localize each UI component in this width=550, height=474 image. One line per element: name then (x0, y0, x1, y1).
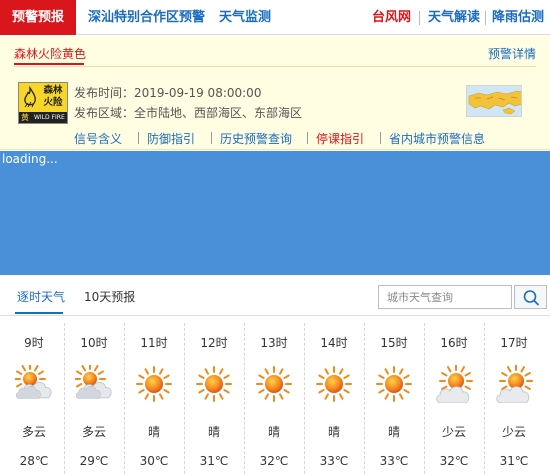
hour-condition: 晴 (267, 425, 280, 439)
map-loading-text: loading... (2, 152, 58, 166)
search-icon (523, 290, 539, 306)
link-separator (211, 132, 212, 144)
map-thumbnail-image (467, 86, 521, 116)
forest-fire-warning-badge: 森林火险 黄 WILD FIRE (18, 82, 68, 124)
hour-temperature: 33℃ (319, 454, 349, 468)
hour-temperature: 31℃ (499, 454, 529, 468)
hourly-item: 14时晴 33℃ (304, 317, 364, 474)
nav-tab-weather-analysis[interactable]: 天气解读 (428, 0, 480, 35)
nav-separator (419, 11, 420, 25)
sunny-icon (375, 365, 413, 403)
link-signal-meaning[interactable]: 信号含义 (74, 130, 122, 147)
tab-10-day-forecast[interactable]: 10天预报 (84, 288, 135, 305)
hour-time: 10时 (80, 336, 108, 350)
link-defense-guide[interactable]: 防御指引 (147, 130, 195, 147)
hour-temperature: 30℃ (139, 454, 169, 468)
warning-links: 信号含义 防御指引 历史预警查询 停课指引 省内城市预警信息 (0, 130, 550, 146)
sunny-icon (255, 365, 293, 403)
search-button[interactable] (514, 285, 547, 309)
hour-time: 9时 (24, 336, 44, 350)
link-history-query[interactable]: 历史预警查询 (220, 130, 292, 147)
partly-cloudy-icon (435, 364, 473, 404)
warning-divider (14, 66, 536, 67)
region-map-thumbnail[interactable] (466, 85, 522, 117)
issue-time: 发布时间：2019-09-19 08:00:00 (74, 86, 262, 100)
hour-condition: 晴 (207, 425, 220, 439)
nav-tab-rainfall-estimate[interactable]: 降雨估测 (492, 0, 544, 35)
badge-text: 森林火险 (43, 85, 63, 108)
nav-tab-typhoon[interactable]: 台风网 (372, 0, 411, 35)
hour-temperature: 28℃ (19, 454, 49, 468)
top-nav: 预警预报 深汕特别合作区预警 天气监测 台风网 天气解读 降雨估测 (0, 0, 550, 35)
hour-condition: 少云 (441, 425, 466, 439)
nav-tab-warning-forecast[interactable]: 预警预报 (0, 0, 76, 35)
cloudy-icon (14, 363, 53, 403)
nav-separator (485, 11, 486, 25)
nav-tab-weather-monitoring[interactable]: 天气监测 (219, 0, 271, 35)
hourly-item: 9时多云 28℃ (4, 317, 64, 474)
link-separator (138, 132, 139, 144)
issue-area: 发布区域：全市陆地、西部海区、东部海区 (74, 106, 303, 120)
sunny-icon (195, 365, 233, 403)
hour-temperature: 29℃ (79, 454, 109, 468)
hour-temperature: 31℃ (199, 454, 229, 468)
hour-time: 11时 (140, 336, 168, 350)
hourly-item: 17时少云 31℃ (484, 317, 544, 474)
hour-condition: 晴 (147, 425, 160, 439)
hourly-item: 11时晴 30℃ (124, 317, 184, 474)
hour-temperature: 32℃ (439, 454, 469, 468)
city-weather-search-input[interactable] (378, 285, 512, 309)
link-separator (380, 132, 381, 144)
active-tab-indicator (15, 312, 63, 314)
hour-condition: 晴 (387, 425, 400, 439)
hour-time: 16时 (440, 336, 468, 350)
warning-panel: 森林火险黄色 预警详情 森林火险 黄 WILD FIRE 发布时间：2019-0… (0, 36, 550, 150)
hour-temperature: 32℃ (259, 454, 289, 468)
hour-time: 13时 (260, 336, 288, 350)
badge-english: WILD FIRE (34, 114, 65, 121)
forecast-tab-bar: 逐时天气 10天预报 (0, 276, 550, 316)
warning-title-tab[interactable]: 森林火险黄色 (14, 45, 86, 62)
hour-condition: 少云 (501, 425, 526, 439)
hour-condition: 多云 (21, 425, 46, 439)
hourly-item: 12时晴 31℃ (184, 317, 244, 474)
warning-detail-link[interactable]: 预警详情 (488, 45, 536, 62)
link-separator (307, 132, 308, 144)
weather-map[interactable]: loading... (0, 151, 550, 275)
hour-time: 12时 (200, 336, 228, 350)
sunny-icon (315, 365, 353, 403)
partly-cloudy-icon (495, 364, 533, 404)
hourly-item: 10时多云 29℃ (64, 317, 124, 474)
hourly-item: 15时晴 33℃ (364, 317, 424, 474)
hour-time: 14时 (320, 336, 348, 350)
hour-time: 15时 (380, 336, 408, 350)
hourly-forecast: 9时多云 28℃ 10时多云 29℃ 11时晴 30℃ 12时晴 31℃ 13时晴 32℃ 14时晴… (0, 317, 550, 474)
hour-temperature: 33℃ (379, 454, 409, 468)
hourly-item: 16时少云 32℃ (424, 317, 484, 474)
sunny-icon (135, 365, 173, 403)
flame-icon (22, 86, 38, 110)
hour-condition: 多云 (81, 425, 106, 439)
link-class-suspension-guide[interactable]: 停课指引 (316, 130, 364, 147)
cloudy-icon (74, 363, 113, 403)
badge-level: 黄 (21, 113, 29, 122)
link-province-city-warnings[interactable]: 省内城市预警信息 (389, 130, 485, 147)
nav-tab-shenshan-warning[interactable]: 深汕特别合作区预警 (88, 0, 205, 35)
hour-time: 17时 (500, 336, 528, 350)
warning-title-underline (14, 63, 84, 65)
hour-condition: 晴 (327, 425, 340, 439)
hourly-item: 13时晴 32℃ (244, 317, 304, 474)
tab-hourly-weather[interactable]: 逐时天气 (17, 288, 65, 305)
